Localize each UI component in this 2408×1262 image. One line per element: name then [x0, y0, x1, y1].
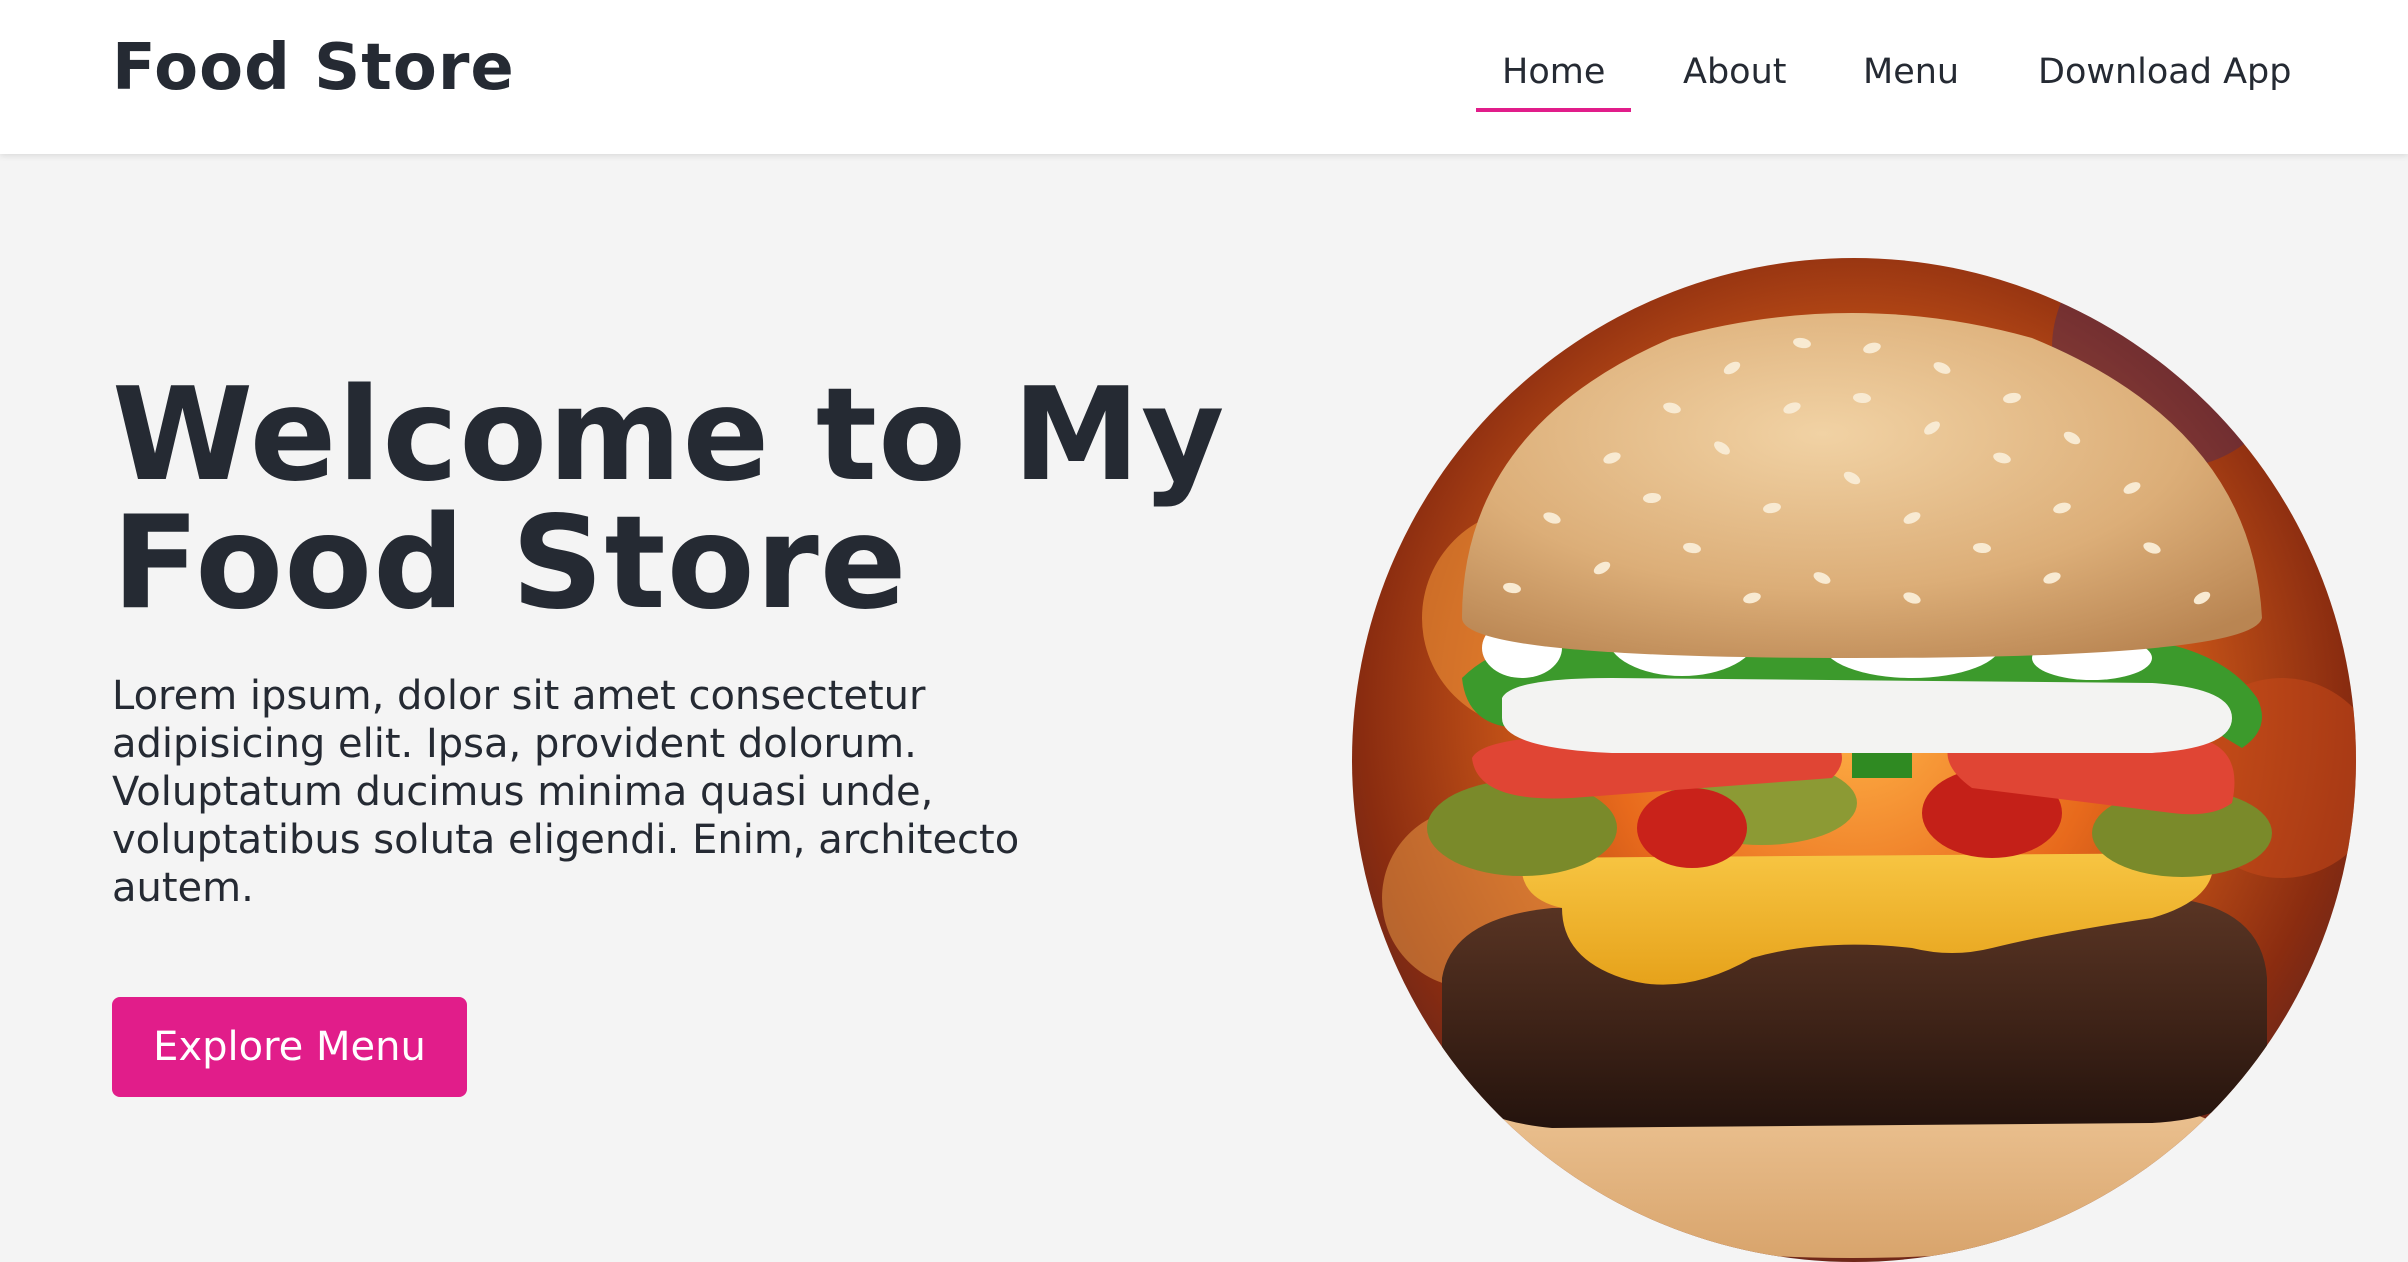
- nav-item-menu[interactable]: Menu: [1863, 44, 1959, 100]
- navbar: Food Store Home About Menu Download App: [0, 0, 2408, 154]
- explore-menu-button[interactable]: Explore Menu: [112, 997, 467, 1097]
- hero-description: Lorem ipsum, dolor sit amet consectetur …: [112, 673, 1020, 911]
- nav-item-about[interactable]: About: [1683, 44, 1786, 100]
- hero-title-line-2: Food Store: [112, 489, 908, 638]
- nav-item-download-app[interactable]: Download App: [2038, 44, 2291, 100]
- hero-title-line-1: Welcome to My: [112, 361, 1226, 510]
- hero-title: Welcome to My Food Store: [112, 372, 1225, 628]
- burger-image: [1352, 258, 2356, 1262]
- burger-icon: [1352, 258, 2356, 1262]
- nav-item-home[interactable]: Home: [1475, 44, 1632, 112]
- brand-logo[interactable]: Food Store: [112, 30, 515, 106]
